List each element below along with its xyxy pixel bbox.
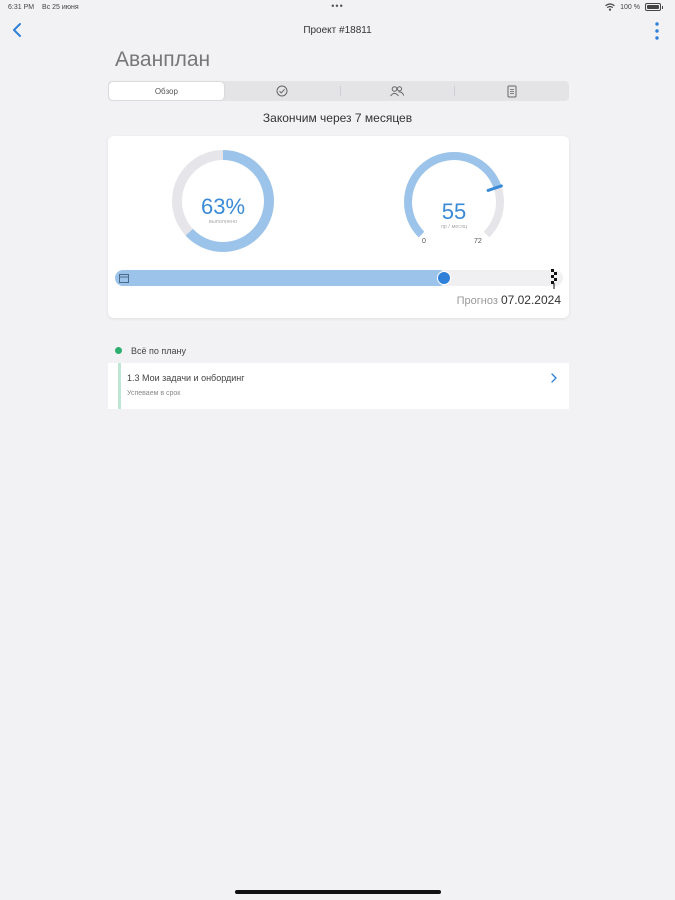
chevron-right-icon[interactable] — [549, 372, 559, 384]
page-title: Аванплан — [115, 48, 211, 71]
segmented-control: Обзор — [108, 81, 569, 101]
vertical-dots-icon[interactable] — [653, 20, 661, 42]
task-subtitle: Успеваем в срок — [127, 390, 181, 397]
forecast-label: Прогноз — [456, 295, 498, 307]
completion-percent: 63% — [200, 194, 246, 219]
gauge-min-label: 0 — [422, 238, 426, 245]
forecast-date: 07.02.2024 — [500, 293, 561, 307]
document-icon — [507, 85, 517, 97]
timeline-marker — [436, 271, 451, 285]
status-bar-right: 100 % — [605, 3, 663, 11]
timeline-line — [118, 363, 121, 409]
multitasking-dots[interactable]: ••• — [0, 1, 675, 11]
velocity-gauge: 55 пр / месяц 0 72 — [402, 150, 506, 254]
tab-team[interactable] — [339, 81, 455, 101]
progress-card: 63% выполнено 55 пр / месяц 0 72 Прогноз… — [108, 136, 569, 318]
nav-title: Проект #18811 — [303, 25, 372, 36]
battery-percent: 100 % — [620, 3, 640, 11]
timeline-progress — [115, 269, 563, 289]
task-title: 1.3 Мои задачи и онбординг — [127, 373, 245, 383]
tab-tasks[interactable] — [225, 81, 340, 101]
plan-status: Всё по плану — [131, 346, 186, 356]
tab-overview-label: Обзор — [154, 86, 178, 96]
velocity-label: пр / месяц — [440, 224, 468, 230]
home-indicator[interactable] — [235, 890, 441, 894]
battery-icon — [645, 3, 661, 11]
velocity-value: 55 — [441, 199, 467, 224]
checkmark-circle-icon — [276, 85, 288, 97]
status-dot — [115, 347, 122, 354]
calendar-icon — [119, 274, 129, 283]
tab-documents[interactable] — [454, 81, 569, 101]
wifi-icon — [605, 3, 616, 11]
people-icon — [389, 86, 405, 97]
tab-overview[interactable]: Обзор — [109, 82, 224, 100]
forecast: Прогноз 07.02.2024 — [457, 293, 561, 307]
finish-estimate: Закончим через 7 месяцев — [262, 111, 413, 125]
gauge-max-label: 72 — [474, 238, 482, 245]
completion-label: выполнено — [208, 219, 238, 225]
finish-flag-icon — [551, 269, 557, 289]
battery-tip — [662, 5, 663, 9]
completion-donut: 63% выполнено — [170, 148, 276, 254]
timeline-fill — [115, 270, 447, 286]
task-row[interactable] — [108, 363, 569, 409]
